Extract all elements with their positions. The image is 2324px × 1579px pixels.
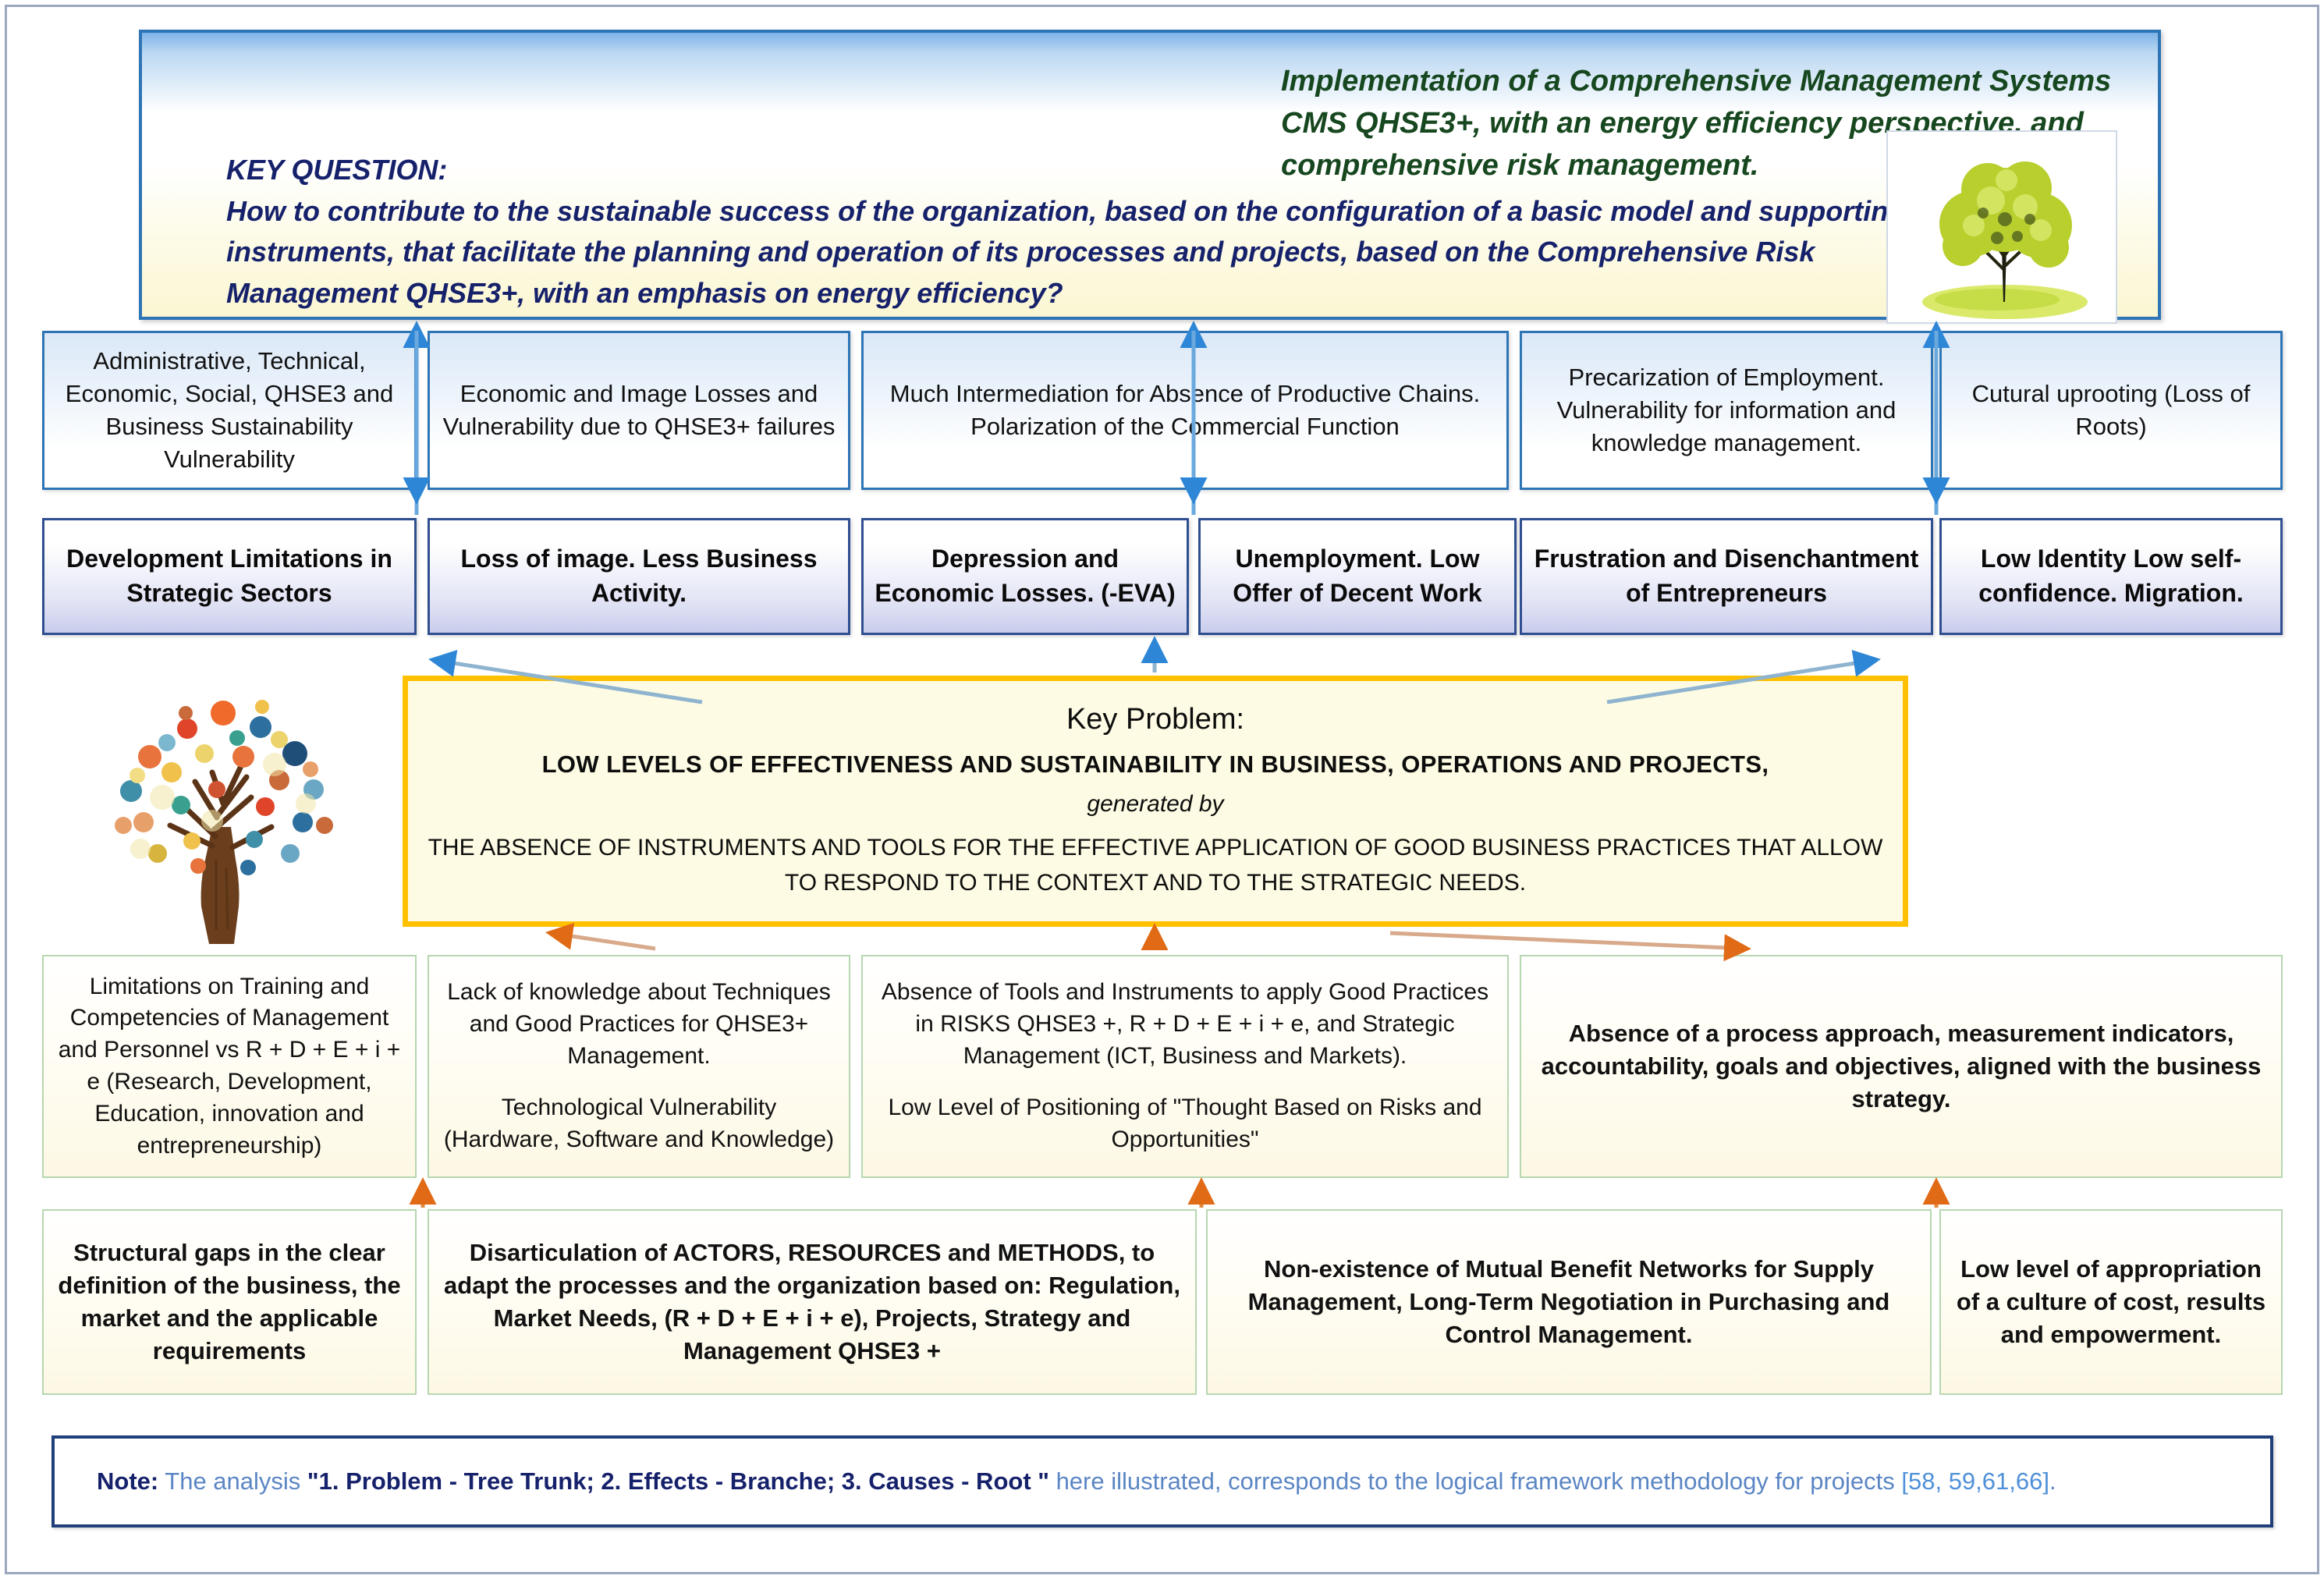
key-question-text: How to contribute to the sustainable suc… (226, 194, 1906, 309)
cause-row2-box-2: Disarticulation of ACTORS, RESOURCES and… (428, 1209, 1197, 1395)
note-label: Note: (97, 1467, 159, 1495)
cause-row2-label-3: Non-existence of Mutual Benefit Networks… (1247, 1254, 1890, 1349)
note-box: Note: The analysis "1. Problem - Tree Tr… (51, 1435, 2273, 1528)
cause-row1-label-2b: Technological Vulnerability (Hardware, S… (443, 1095, 835, 1153)
effect-row1-label-4: Precarization of Employment. Vulnerabili… (1556, 363, 1896, 457)
effect-row1-label-2: Economic and Image Losses and Vulnerabil… (442, 379, 836, 440)
effect-row2-label-5: Frustration and Disenchantment of Entrep… (1534, 545, 1919, 607)
cause-row1-content-1: Limitations on Training and Competencies… (56, 971, 403, 1162)
effect-row2-box-1: Development Limitations in Strategic Sec… (42, 518, 417, 635)
key-question-label: KEY QUESTION: (226, 154, 448, 186)
effect-row2-box-2: Loss of image. Less Business Activity. (428, 518, 850, 635)
note-tail: here illustrated, corresponds to the log… (1048, 1467, 1902, 1495)
key-question-block: KEY QUESTION: How to contribute to the s… (226, 150, 1911, 314)
cause-row1-label-3b: Low Level of Positioning of "Thought Bas… (888, 1095, 1482, 1153)
effect-row2-label-1: Development Limitations in Strategic Sec… (66, 545, 392, 607)
cause-row1-content-2: Lack of knowledge about Techniques and G… (442, 977, 836, 1156)
key-problem-connector: generated by (1087, 790, 1224, 817)
effect-row2-label-4: Unemployment. Low Offer of Decent Work (1233, 545, 1482, 607)
effect-row1-box-3: Much Intermediation for Absence of Produ… (861, 331, 1509, 490)
note-lead: The analysis (165, 1467, 307, 1495)
cause-row1-label-4: Absence of a process approach, measureme… (1541, 1019, 2262, 1113)
cause-row1-box-1: Limitations on Training and Competencies… (42, 955, 417, 1178)
cause-row1-content-4: Absence of a process approach, measureme… (1534, 1017, 2269, 1116)
cause-row1-box-3: Absence of Tools and Instruments to appl… (861, 955, 1509, 1178)
key-problem-statement: LOW LEVELS OF EFFECTIVENESS AND SUSTAINA… (541, 750, 1769, 778)
cause-row1-label-1: Limitations on Training and Competencies… (58, 973, 401, 1159)
problem-tree-diagram: Implementation of a Comprehensive Manage… (0, 0, 2324, 1579)
note-quoted: "1. Problem - Tree Trunk; 2. Effects - B… (307, 1467, 1049, 1495)
effect-row1-label-5: Cutural uprooting (Loss of Roots) (1971, 379, 2251, 440)
cause-row1-content-3: Absence of Tools and Instruments to appl… (875, 977, 1495, 1156)
effect-row2-label-6: Low Identity Low self-confidence. Migrat… (1978, 545, 2244, 607)
cause-row2-box-4: Low level of appropriation of a culture … (1939, 1209, 2283, 1395)
note-citation: [58, 59,61,66] (1901, 1467, 2049, 1495)
note-period: . (2049, 1467, 2056, 1495)
effect-row1-box-5: Cutural uprooting (Loss of Roots) (1939, 331, 2283, 490)
effect-row2-box-5: Frustration and Disenchantment of Entrep… (1520, 518, 1933, 635)
key-problem-cause-statement: THE ABSENCE OF INSTRUMENTS AND TOOLS FOR… (428, 834, 1883, 896)
cause-row2-box-3: Non-existence of Mutual Benefit Networks… (1206, 1209, 1932, 1395)
cause-row1-box-4: Absence of a process approach, measureme… (1520, 955, 2283, 1178)
key-problem-box: Key Problem: LOW LEVELS OF EFFECTIVENESS… (403, 676, 1908, 927)
effect-row2-label-3: Depression and Economic Losses. (-EVA) (875, 545, 1176, 607)
cause-row1-label-3a: Absence of Tools and Instruments to appl… (881, 979, 1489, 1069)
cause-row1-box-2: Lack of knowledge about Techniques and G… (428, 955, 850, 1178)
effect-row2-label-2: Loss of image. Less Business Activity. (460, 545, 818, 607)
effect-row1-box-2: Economic and Image Losses and Vulnerabil… (428, 331, 850, 490)
effect-row2-box-4: Unemployment. Low Offer of Decent Work (1198, 518, 1517, 635)
cause-row2-box-1: Structural gaps in the clear definition … (42, 1209, 417, 1395)
effect-row2-box-3: Depression and Economic Losses. (-EVA) (861, 518, 1189, 635)
effect-row1-box-1: Administrative, Technical, Economic, Soc… (42, 331, 417, 490)
note-text: Note: The analysis "1. Problem - Tree Tr… (97, 1467, 2056, 1496)
cause-row2-label-4: Low level of appropriation of a culture … (1956, 1254, 2266, 1349)
handprint-tree-icon (56, 672, 384, 946)
cause-row1-label-2a: Lack of knowledge about Techniques and G… (447, 979, 831, 1069)
effect-row2-box-6: Low Identity Low self-confidence. Migrat… (1939, 518, 2283, 635)
cause-row2-label-2: Disarticulation of ACTORS, RESOURCES and… (444, 1238, 1180, 1365)
effect-row1-box-4: Precarization of Employment. Vulnerabili… (1520, 331, 1933, 490)
effect-row1-label-1: Administrative, Technical, Economic, Soc… (65, 346, 394, 474)
effect-row1-label-3: Much Intermediation for Absence of Produ… (889, 379, 1481, 440)
green-tree-icon (1886, 130, 2117, 324)
header-panel: Implementation of a Comprehensive Manage… (139, 30, 2161, 324)
cause-row2-label-1: Structural gaps in the clear definition … (58, 1238, 401, 1365)
key-problem-title: Key Problem: (1066, 702, 1245, 736)
